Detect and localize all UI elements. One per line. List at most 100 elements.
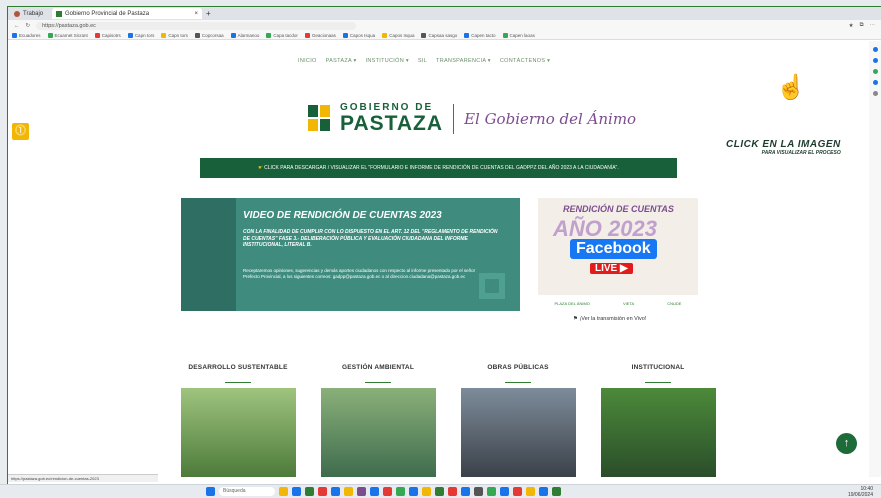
reload-icon[interactable]: ↻ [26,23,31,29]
taskbar-app-icon[interactable] [383,487,392,496]
taskbar-app-icon[interactable] [435,487,444,496]
menu-icon[interactable]: ⋯ [870,23,876,29]
taskbar-app-icon[interactable] [305,487,314,496]
bookmark-label: Geacionaas [311,32,336,38]
bookmark-favicon-icon [502,32,508,38]
taskbar-app-icon[interactable] [552,487,561,496]
tab-previous[interactable]: Trabajo [10,8,50,19]
category-image[interactable] [320,388,436,477]
taskbar-app-icon[interactable] [474,487,483,496]
taskbar-app-icon[interactable] [357,487,366,496]
scroll-top-button[interactable]: ↑ [836,433,857,454]
fb-live-link[interactable]: ⚑ ¡Ver la transmisión en Vivo! [573,316,646,322]
category-underline [505,382,531,383]
click-image-cta[interactable]: CLICK EN LA IMAGEN PARA VISUALIZAR EL PR… [726,139,841,156]
bookmark-item[interactable]: Capen laoas [502,32,535,38]
pointing-hand-icon: ☝ [776,74,806,101]
taskbar-app-icon[interactable] [422,487,431,496]
sidebar-games-icon[interactable] [873,80,878,85]
bookmark-item[interactable]: Capisotrs [94,32,121,38]
footer-logo-3: CNUDE [667,300,682,306]
tab-previous-label: Trabajo [23,10,44,17]
bookmark-label: Capisotrs [101,32,121,38]
bookmark-label: Alarmanoo [237,32,260,38]
url-field[interactable]: https://pastaza.gob.ec [36,21,357,30]
nav-item-3[interactable]: SIL [418,58,427,64]
taskbar-app-icon[interactable] [513,487,522,496]
bookmark-item[interactable]: Capsaa sasgo [421,32,458,38]
favorite-star-icon[interactable]: ★ [849,23,854,29]
back-icon[interactable]: ← [14,23,20,29]
sidebar-search-icon[interactable] [873,47,878,52]
bookmark-favicon-icon [194,32,200,38]
category-title: INSTITUCIONAL [631,364,685,371]
bookmark-label: Capos Isqua [349,32,376,38]
category-card[interactable]: DESARROLLO SUSTENTABLE [178,364,298,477]
taskbar-app-icon[interactable] [292,487,301,496]
taskbar-app-icon[interactable] [448,487,457,496]
nav-item-1[interactable]: PASTAZA ▾ [326,58,357,64]
bookmark-item[interactable]: Capa tacdor [266,32,298,38]
taskbar-app-icon[interactable] [487,487,496,496]
bookmark-item[interactable]: Ecuarnet Sicrant [47,32,88,38]
taskbar-app-icon[interactable] [331,487,340,496]
bookmark-item[interactable]: Capn tors [161,32,188,38]
sidebar-add-icon[interactable] [873,91,878,96]
taskbar-app-icon[interactable] [396,487,405,496]
download-report-banner[interactable]: ☛ CLICK PARA DESCARGAR / VISUALIZAR EL "… [200,158,677,178]
bookmark-item[interactable]: Capen tacto [464,32,496,38]
taskbar-app-icon[interactable] [539,487,548,496]
nav-item-0[interactable]: INICIO [298,58,317,64]
extensions-icon[interactable]: ⧉ [860,22,864,29]
footer-logo-1: PLAZA DEL ÁNIMO [554,300,590,306]
cta-line1: CLICK EN LA IMAGEN [726,139,841,150]
category-card[interactable]: INSTITUCIONAL [598,364,718,477]
category-image[interactable] [600,388,716,477]
windows-start-icon[interactable] [206,487,215,496]
nav-item-2[interactable]: INSTITUCIÓN ▾ [366,58,409,64]
accessibility-button[interactable]: ⓵ [12,123,29,140]
sidebar-tools-icon[interactable] [873,58,878,63]
system-tray[interactable]: 10:40 19/06/2024 [848,486,873,498]
category-card[interactable]: GESTIÓN AMBIENTALDeforestación en el río [318,364,438,477]
new-tab-button[interactable]: + [206,9,211,18]
bookmark-item[interactable]: Alarmanoo [230,32,260,38]
taskbar-app-icon[interactable] [279,487,288,496]
site-logo[interactable]: GOBIERNO DE PASTAZA El Gobierno del Ánim… [308,103,636,134]
sidebar-shopping-icon[interactable] [873,69,878,74]
bookmark-label: Capsaa sasgo [428,32,458,38]
bookmark-favicon-icon [421,32,427,38]
taskbar-icons: Búsqueda [206,487,561,496]
nav-item-4[interactable]: TRANSPARENCIA ▾ [436,58,491,64]
bookmark-label: Copcorsaa [201,32,224,38]
facebook-live-card[interactable]: RENDICIÓN DE CUENTAS AÑO 2023 Facebook L… [538,198,698,311]
taskbar-search[interactable]: Búsqueda [219,487,275,496]
bookmark-item[interactable]: Capn tors [127,32,154,38]
bookmark-item[interactable]: Geacionaas [304,32,336,38]
category-image[interactable] [180,388,296,477]
nav-item-5[interactable]: CONTÁCTENOS ▾ [500,58,550,64]
logo-mark-icon [308,104,332,133]
taskbar-app-icon[interactable] [500,487,509,496]
category-image[interactable] [460,388,576,477]
taskbar-app-icon[interactable] [344,487,353,496]
rendicion-video-card[interactable]: VIDEO DE RENDICIÓN DE CUENTAS 2023 CON L… [181,198,520,311]
bookmark-item[interactable]: Capos Isqua [382,32,414,38]
taskbar-app-icon[interactable] [409,487,418,496]
taskbar: Búsqueda 10:40 19/06/2024 [0,484,881,498]
category-underline [365,382,391,383]
close-tab-icon[interactable]: × [194,11,198,17]
bookmark-item[interactable]: Capos Isqua [342,32,376,38]
category-title: OBRAS PÚBLICAS [487,364,549,371]
bookmark-label: Ecuarnet Sicrant [54,32,88,38]
tab-active[interactable]: Gobierno Provincial de Pastaza × [52,8,202,19]
taskbar-app-icon[interactable] [461,487,470,496]
bookmark-label: Capen tacto [471,32,496,38]
category-card[interactable]: OBRAS PÚBLICASGarantizamos el buen [458,364,578,477]
tab-title: Gobierno Provincial de Pastaza [65,10,150,17]
taskbar-app-icon[interactable] [370,487,379,496]
bookmark-item[interactable]: Ecuadores [12,32,41,38]
taskbar-app-icon[interactable] [526,487,535,496]
bookmark-item[interactable]: Copcorsaa [194,32,224,38]
taskbar-app-icon[interactable] [318,487,327,496]
